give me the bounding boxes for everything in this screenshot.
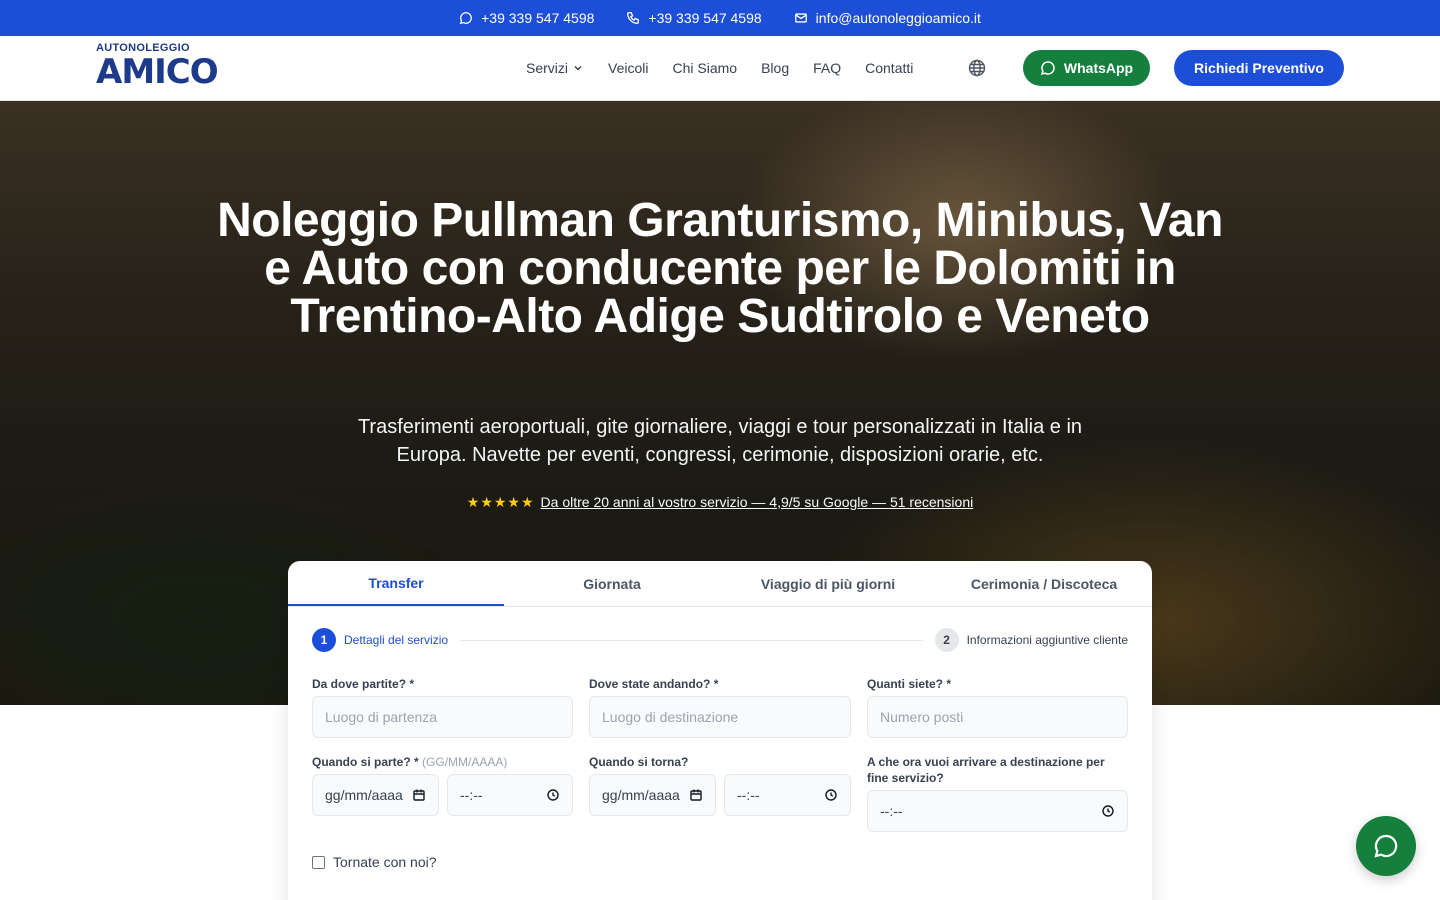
tab-giornata[interactable]: Giornata [504, 561, 720, 606]
nav-label: FAQ [813, 60, 842, 76]
main-nav: Servizi Veicoli Chi Siamo Blog FAQ Conta… [526, 36, 913, 100]
return-label: Quando si torna? [589, 755, 689, 769]
clock-icon [547, 789, 559, 801]
depart-date-input[interactable]: gg/mm/aaaa [312, 774, 439, 816]
site-header: AUTONOLEGGIO AMICO Servizi Veicoli Chi S… [0, 36, 1440, 101]
email-address: info@autonoleggioamico.it [815, 10, 981, 26]
phone-contact[interactable]: +39 339 547 4598 [626, 10, 762, 26]
logo-line2: AMICO [96, 52, 219, 92]
return-date-input[interactable]: gg/mm/aaaa [589, 774, 716, 816]
step-number: 2 [934, 628, 959, 652]
depart-label-text: Quando si parte? * [312, 755, 419, 769]
return-time-input[interactable]: --:-- [724, 774, 851, 816]
time-placeholder: --:-- [460, 787, 483, 803]
phone-icon [627, 12, 640, 24]
people-input[interactable]: Numero posti [867, 696, 1128, 738]
chevron-down-icon [574, 65, 582, 71]
logo[interactable]: AUTONOLEGGIO AMICO [96, 42, 219, 96]
nav-servizi[interactable]: Servizi [526, 60, 584, 76]
from-input[interactable]: Luogo di partenza [312, 696, 573, 738]
step-1: 1 Dettagli del servizio [312, 628, 448, 652]
depart-time-input[interactable]: --:-- [447, 774, 573, 816]
people-label: Quanti siete? * [867, 677, 952, 691]
request-quote-button[interactable]: Richiedi Preventivo [1174, 50, 1344, 86]
time-placeholder: --:-- [880, 803, 903, 819]
clock-icon [825, 789, 837, 801]
service-tabs: Transfer Giornata Viaggio di più giorni … [288, 561, 1152, 607]
globe-icon[interactable] [967, 58, 987, 78]
step-2: 2 Informazioni aggiuntive cliente [934, 628, 1128, 652]
tab-transfer[interactable]: Transfer [288, 561, 504, 606]
calendar-icon [413, 789, 425, 801]
to-input[interactable]: Luogo di destinazione [589, 696, 851, 738]
nav-label: Veicoli [608, 60, 649, 76]
whatsapp-button[interactable]: WhatsApp [1023, 50, 1150, 86]
whatsapp-contact[interactable]: +39 339 547 4598 [459, 10, 594, 26]
depart-label: Quando si parte? * (GG/MM/AAAA) [312, 754, 507, 770]
arrive-time-input[interactable]: --:-- [867, 790, 1128, 832]
date-placeholder: gg/mm/aaaa [602, 787, 680, 803]
step-divider [460, 639, 923, 641]
reviews-link[interactable]: Da oltre 20 anni al vostro servizio — 4,… [541, 494, 974, 510]
step-label: Dettagli del servizio [344, 633, 449, 647]
step-number: 1 [312, 628, 336, 652]
nav-label: Chi Siamo [672, 60, 738, 76]
whatsapp-number: +39 339 547 4598 [481, 10, 595, 26]
from-label: Da dove partite? * [312, 677, 415, 691]
whatsapp-button-label: WhatsApp [1063, 60, 1134, 76]
return-checkbox[interactable] [312, 855, 325, 869]
tab-viaggio-piu-giorni[interactable]: Viaggio di più giorni [720, 561, 936, 606]
people-placeholder: Numero posti [880, 709, 964, 725]
star-icons: ★★★★★ [466, 494, 535, 510]
tab-cerimonia[interactable]: Cerimonia / Discoteca [936, 561, 1152, 606]
form-steps: 1 Dettagli del servizio 2 Informazioni a… [312, 627, 1128, 653]
nav-faq[interactable]: FAQ [813, 60, 841, 76]
nav-label: Blog [761, 60, 790, 76]
return-checkbox-label: Tornate con noi? [333, 854, 437, 870]
to-placeholder: Luogo di destinazione [602, 709, 739, 725]
nav-label: Servizi [526, 60, 569, 76]
top-contact-bar: +39 339 547 4598 +39 339 547 4598 info@a… [0, 0, 1440, 36]
date-placeholder: gg/mm/aaaa [325, 787, 403, 803]
chat-icon [1374, 834, 1398, 858]
to-label: Dove state andando? * [589, 677, 719, 691]
step-label: Informazioni aggiuntive cliente [966, 633, 1128, 647]
from-placeholder: Luogo di partenza [325, 709, 438, 725]
nav-blog[interactable]: Blog [761, 60, 789, 76]
time-placeholder: --:-- [737, 787, 760, 803]
email-contact[interactable]: info@autonoleggioamico.it [794, 10, 981, 26]
nav-veicoli[interactable]: Veicoli [608, 60, 648, 76]
mail-icon [794, 13, 807, 23]
hero-subtitle: Trasferimenti aeroportuali, gite giornal… [357, 416, 1083, 466]
calendar-icon [690, 789, 702, 801]
request-quote-label: Richiedi Preventivo [1194, 60, 1324, 76]
clock-icon [1102, 805, 1114, 817]
hero-title: Noleggio Pullman Granturismo, Minibus, V… [217, 194, 1223, 343]
nav-chi-siamo[interactable]: Chi Siamo [672, 60, 737, 76]
depart-hint: (GG/MM/AAAA) [422, 755, 508, 769]
nav-label: Contatti [865, 60, 914, 76]
return-checkbox-row[interactable]: Tornate con noi? [312, 854, 437, 870]
rating-line: ★★★★★ Da oltre 20 anni al vostro servizio… [0, 494, 1440, 511]
phone-number: +39 339 547 4598 [648, 10, 762, 26]
arrive-label: A che ora vuoi arrivare a destinazione p… [867, 755, 1105, 785]
nav-contatti[interactable]: Contatti [865, 60, 913, 76]
whatsapp-icon [1040, 61, 1055, 76]
floating-chat-button[interactable] [1356, 816, 1416, 876]
booking-form-card: Transfer Giornata Viaggio di più giorni … [288, 561, 1152, 900]
chat-icon [459, 12, 472, 25]
